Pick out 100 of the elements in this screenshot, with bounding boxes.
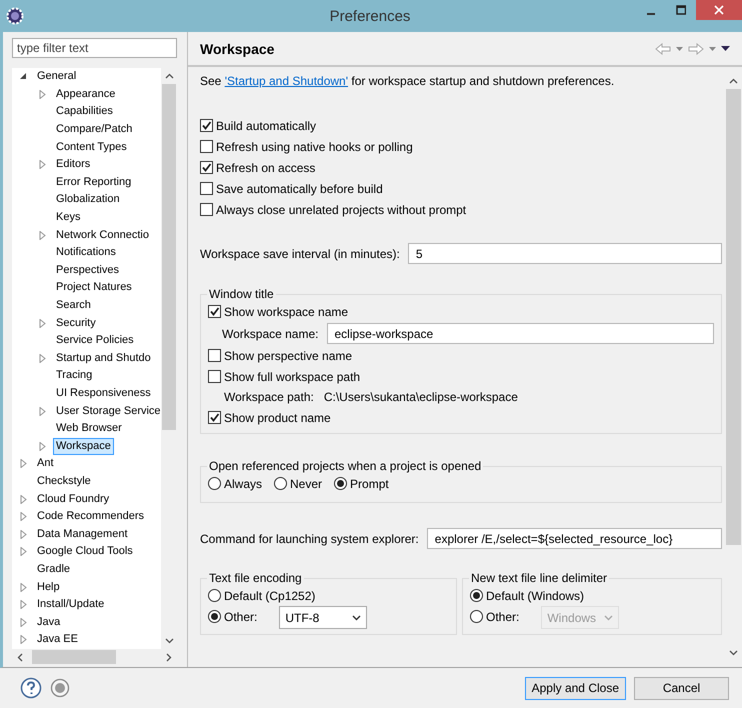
- tree-item[interactable]: Perspectives: [53, 262, 122, 279]
- forward-arrow-icon[interactable]: [688, 42, 704, 54]
- tree-item[interactable]: Data Management: [34, 526, 130, 543]
- back-arrow-icon[interactable]: [655, 42, 671, 54]
- radio-button[interactable]: Default (Windows): [470, 585, 584, 606]
- maximize-icon: [676, 5, 686, 15]
- scroll-up-icon[interactable]: [164, 73, 174, 79]
- tree-item[interactable]: Globalization: [53, 191, 123, 208]
- scroll-down-icon[interactable]: [164, 638, 174, 644]
- dropdown-icon[interactable]: [676, 46, 683, 50]
- help-icon[interactable]: [20, 677, 42, 699]
- group-title: Text file encoding: [208, 571, 303, 585]
- tree-item[interactable]: User Storage Service: [53, 402, 161, 420]
- scroll-down-icon[interactable]: [729, 650, 738, 656]
- tree-item[interactable]: Cloud Foundry: [34, 490, 112, 508]
- tree-item[interactable]: Install/Update: [34, 596, 108, 614]
- chevron-down-icon: [604, 614, 614, 620]
- tree-item[interactable]: Capabilities: [53, 103, 116, 120]
- expand-arrow-icon[interactable]: [39, 160, 46, 170]
- startup-link[interactable]: 'Startup and Shutdown': [224, 74, 348, 88]
- tree-item[interactable]: Startup and Shutdo: [53, 350, 154, 367]
- checkbox[interactable]: Show full workspace path: [208, 366, 360, 387]
- input-field[interactable]: explorer /E,/select=${selected_resource_loc}: [426, 528, 722, 549]
- tree-item[interactable]: Compare/Patch: [53, 121, 136, 138]
- tree-item[interactable]: Network Connectio: [53, 226, 152, 244]
- checkbox[interactable]: Show product name: [208, 407, 331, 428]
- close-button[interactable]: [696, 0, 742, 20]
- tree-item[interactable]: Tracing: [53, 367, 96, 384]
- tree-item[interactable]: Service Policies: [53, 332, 137, 350]
- tree-item[interactable]: Editors: [53, 156, 94, 174]
- input-field[interactable]: eclipse-workspace: [326, 323, 714, 344]
- group-title: Open referenced projects when a project is opened: [208, 459, 482, 473]
- record-icon[interactable]: [50, 678, 70, 698]
- tree-item[interactable]: Google Cloud Tools: [34, 543, 136, 560]
- expand-arrow-icon[interactable]: [39, 318, 46, 328]
- tree-item[interactable]: Workspace: [53, 438, 114, 455]
- checkbox[interactable]: Build automatically: [200, 115, 316, 136]
- intro-text: See 'Startup and Shutdown' for workspace startup and shutdown preferences.: [200, 73, 616, 89]
- tree-item[interactable]: Checkstyle: [34, 472, 94, 490]
- view-menu-icon[interactable]: [721, 46, 730, 51]
- checkbox[interactable]: Refresh using native hooks or polling: [200, 136, 413, 157]
- checkbox[interactable]: Refresh on access: [200, 157, 316, 178]
- scroll-left-icon[interactable]: [17, 652, 23, 662]
- expanded-arrow-icon[interactable]: [20, 73, 27, 80]
- scroll-right-icon[interactable]: [166, 652, 172, 662]
- input-field[interactable]: 5: [408, 243, 722, 264]
- tree-item[interactable]: Keys: [53, 209, 84, 226]
- dialog-button[interactable]: Cancel: [634, 676, 729, 700]
- scroll-up-icon[interactable]: [729, 78, 738, 84]
- gear-icon: [6, 7, 24, 25]
- filter-field[interactable]: type filter text: [12, 38, 177, 58]
- tree-item[interactable]: Help: [34, 578, 63, 596]
- checkbox[interactable]: Show perspective name: [208, 345, 352, 366]
- expand-arrow-icon[interactable]: [20, 459, 27, 468]
- dropdown[interactable]: UTF-8: [279, 606, 368, 629]
- radio-button[interactable]: Other:: [208, 606, 258, 627]
- tree-item[interactable]: Web Browser: [53, 420, 125, 438]
- scrollbar-thumb[interactable]: [32, 650, 116, 664]
- group-title: Window title: [208, 287, 275, 301]
- chevron-down-icon: [352, 614, 362, 620]
- field-label: Workspace save interval (in minutes):: [200, 246, 400, 260]
- tree-item[interactable]: UI Responsiveness: [53, 384, 154, 402]
- checkbox[interactable]: Show workspace name: [208, 301, 348, 322]
- field-label: Workspace path:: [224, 390, 314, 404]
- tree-item[interactable]: Search: [53, 297, 94, 314]
- expand-arrow-icon[interactable]: [39, 442, 46, 451]
- tree-item[interactable]: Content Types: [53, 138, 130, 156]
- tree-item[interactable]: Security: [53, 314, 99, 332]
- tree-item[interactable]: Error Reporting: [53, 174, 134, 191]
- expand-arrow-icon[interactable]: [39, 406, 46, 416]
- tree-item[interactable]: Gradle: [34, 560, 74, 578]
- minimize-icon: [647, 13, 655, 15]
- tree-item[interactable]: Code Recommenders: [34, 508, 147, 526]
- checkbox[interactable]: Always close unrelated projects without prompt: [200, 199, 466, 220]
- group-title: New text file line delimiter: [470, 571, 608, 585]
- tree-item[interactable]: Appearance: [53, 86, 118, 103]
- scrollbar-thumb[interactable]: [726, 89, 741, 545]
- tree-item[interactable]: Java: [34, 614, 64, 631]
- close-icon: [714, 5, 724, 15]
- expand-arrow-icon[interactable]: [39, 354, 46, 363]
- radio-button[interactable]: Prompt: [334, 473, 389, 494]
- field-label: Command for launching system explorer:: [200, 532, 419, 546]
- dialog-button[interactable]: Apply and Close: [524, 676, 626, 700]
- page-title: Workspace: [200, 40, 274, 56]
- dropdown-icon[interactable]: [709, 46, 716, 50]
- tree-item[interactable]: Java EE: [34, 631, 81, 648]
- check-icon: [201, 120, 212, 131]
- radio-button[interactable]: Default (Cp1252): [208, 585, 316, 606]
- expand-arrow-icon[interactable]: [39, 230, 46, 240]
- tree-item[interactable]: Project Natures: [53, 279, 135, 296]
- tree-item[interactable]: Ant: [34, 455, 57, 472]
- tree-item[interactable]: Notifications: [53, 244, 119, 262]
- radio-button[interactable]: Always: [208, 473, 262, 494]
- expand-arrow-icon[interactable]: [39, 90, 46, 99]
- radio-button[interactable]: Never: [274, 473, 322, 494]
- scrollbar-thumb[interactable]: [162, 84, 176, 430]
- window-title: Preferences: [328, 8, 412, 24]
- check-icon: [209, 306, 220, 317]
- checkbox[interactable]: Save automatically before build: [200, 178, 383, 199]
- tree-item[interactable]: General: [34, 68, 80, 86]
